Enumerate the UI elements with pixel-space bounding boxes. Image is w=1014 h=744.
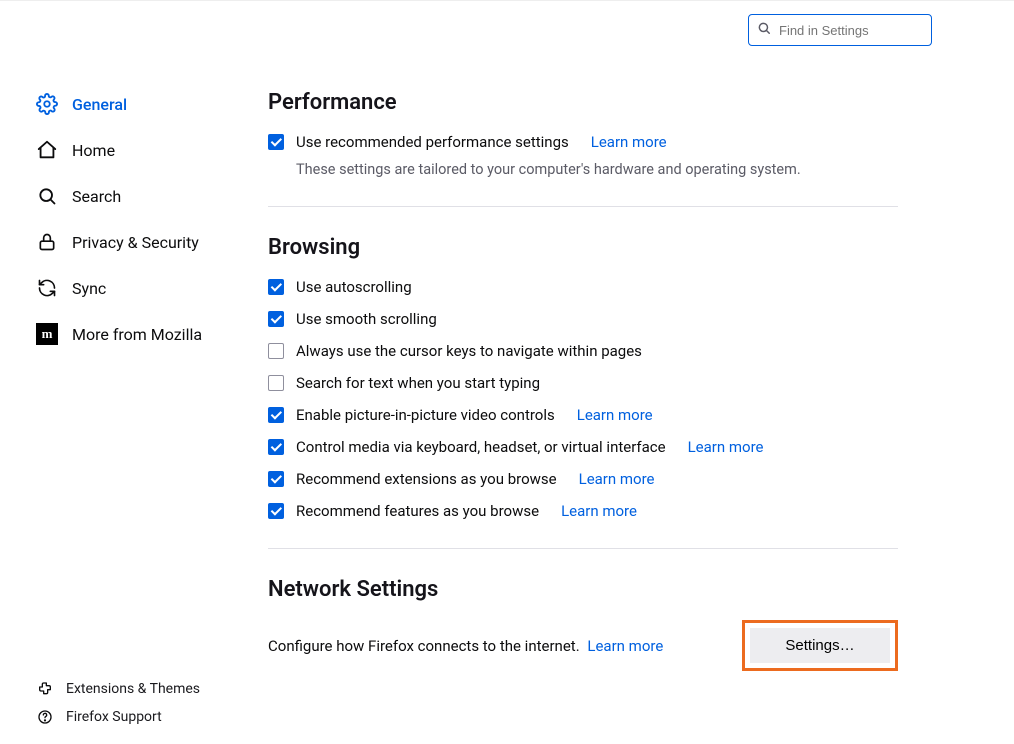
browsing-rec-ext-row: Recommend extensions as you browse Learn…: [268, 470, 898, 488]
checkbox-smooth-scrolling[interactable]: [268, 311, 284, 327]
learn-more-link[interactable]: Learn more: [587, 637, 663, 655]
section-title-browsing: Browsing: [268, 235, 898, 260]
checkbox-search-typing[interactable]: [268, 375, 284, 391]
network-settings-button[interactable]: Settings…: [750, 628, 890, 663]
bottom-link-label: Extensions & Themes: [66, 681, 200, 697]
learn-more-link[interactable]: Learn more: [688, 438, 764, 456]
sidebar-item-home[interactable]: Home: [36, 130, 240, 170]
topbar: [0, 0, 1014, 60]
puzzle-icon: [36, 680, 54, 698]
mozilla-icon: m: [36, 323, 58, 345]
checkbox-label: Always use the cursor keys to navigate w…: [296, 342, 642, 360]
checkbox-label: Control media via keyboard, headset, or …: [296, 438, 666, 456]
checkbox-recommend-extensions[interactable]: [268, 471, 284, 487]
browsing-autoscroll-row: Use autoscrolling: [268, 278, 898, 296]
sidebar-item-label: Privacy & Security: [72, 233, 199, 252]
network-desc: Configure how Firefox connects to the in…: [268, 637, 663, 655]
search-input[interactable]: [777, 22, 957, 39]
sidebar-item-privacy[interactable]: Privacy & Security: [36, 222, 240, 262]
checkbox-cursor-keys[interactable]: [268, 343, 284, 359]
performance-note: These settings are tailored to your comp…: [296, 161, 898, 178]
checkbox-label: Use smooth scrolling: [296, 310, 437, 328]
network-row: Configure how Firefox connects to the in…: [268, 620, 898, 671]
sidebar-item-label: General: [72, 95, 127, 114]
checkbox-label: Enable picture-in-picture video controls: [296, 406, 555, 424]
learn-more-link[interactable]: Learn more: [561, 502, 637, 520]
performance-recommended-row: Use recommended performance settings Lea…: [268, 133, 898, 151]
checkbox-media-keys[interactable]: [268, 439, 284, 455]
checkbox-pip[interactable]: [268, 407, 284, 423]
checkbox-autoscroll[interactable]: [268, 279, 284, 295]
highlight-box: Settings…: [742, 620, 898, 671]
checkbox-label: Use recommended performance settings: [296, 133, 569, 151]
firefox-support-link[interactable]: Firefox Support: [36, 708, 200, 726]
gear-icon: [36, 93, 58, 115]
sidebar-item-general[interactable]: General: [36, 84, 240, 124]
learn-more-link[interactable]: Learn more: [579, 470, 655, 488]
bottom-link-label: Firefox Support: [66, 709, 162, 725]
checkbox-recommended-performance[interactable]: [268, 134, 284, 150]
home-icon: [36, 139, 58, 161]
section-title-network: Network Settings: [268, 577, 898, 602]
checkbox-label: Recommend extensions as you browse: [296, 470, 557, 488]
browsing-search-typing-row: Search for text when you start typing: [268, 374, 898, 392]
search-icon: [36, 185, 58, 207]
checkbox-label: Recommend features as you browse: [296, 502, 539, 520]
help-icon: [36, 708, 54, 726]
sync-icon: [36, 277, 58, 299]
sidebar-item-label: Search: [72, 187, 121, 206]
learn-more-link[interactable]: Learn more: [591, 133, 667, 151]
content: Performance Use recommended performance …: [240, 60, 980, 671]
checkbox-recommend-features[interactable]: [268, 503, 284, 519]
bottom-links: Extensions & Themes Firefox Support: [36, 680, 200, 726]
browsing-pip-row: Enable picture-in-picture video controls…: [268, 406, 898, 424]
search-box[interactable]: [748, 14, 932, 46]
checkbox-label: Use autoscrolling: [296, 278, 412, 296]
sidebar-item-label: Sync: [72, 279, 106, 298]
divider: [268, 206, 898, 207]
sidebar: General Home Search Privacy & Security S: [0, 60, 240, 354]
browsing-smooth-row: Use smooth scrolling: [268, 310, 898, 328]
learn-more-link[interactable]: Learn more: [577, 406, 653, 424]
search-icon: [757, 21, 771, 39]
browsing-rec-feat-row: Recommend features as you browse Learn m…: [268, 502, 898, 520]
sidebar-item-sync[interactable]: Sync: [36, 268, 240, 308]
checkbox-label: Search for text when you start typing: [296, 374, 540, 392]
extensions-themes-link[interactable]: Extensions & Themes: [36, 680, 200, 698]
sidebar-item-label: More from Mozilla: [72, 325, 202, 344]
sidebar-item-more[interactable]: m More from Mozilla: [36, 314, 240, 354]
browsing-media-row: Control media via keyboard, headset, or …: [268, 438, 898, 456]
section-title-performance: Performance: [268, 90, 898, 115]
sidebar-item-search[interactable]: Search: [36, 176, 240, 216]
divider: [268, 548, 898, 549]
browsing-cursor-keys-row: Always use the cursor keys to navigate w…: [268, 342, 898, 360]
sidebar-item-label: Home: [72, 141, 115, 160]
lock-icon: [36, 231, 58, 253]
